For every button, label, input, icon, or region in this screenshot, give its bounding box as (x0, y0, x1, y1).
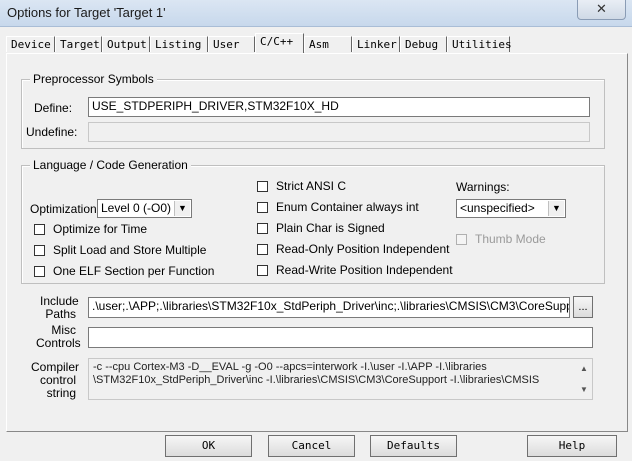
misc-controls-label: Misc Controls (36, 324, 81, 350)
undefine-field[interactable] (88, 122, 590, 142)
compiler-control-field: -c --cpu Cortex-M3 -D__EVAL -g -O0 --apc… (88, 358, 593, 400)
preprocessor-group: Preprocessor Symbols Define: USE_STDPERI… (21, 72, 605, 149)
misc-controls-field[interactable] (88, 327, 593, 348)
define-field[interactable]: USE_STDPERIPH_DRIVER,STM32F10X_HD (88, 97, 590, 117)
optimization-select[interactable]: Level 0 (-O0) ▼ (97, 199, 192, 218)
split-load-label: Split Load and Store Multiple (53, 243, 207, 257)
tab-c-cpp[interactable]: C/C++ (255, 33, 304, 53)
optimization-label: Optimization: (30, 202, 101, 216)
checkbox[interactable] (257, 223, 268, 234)
preprocessor-group-title: Preprocessor Symbols (30, 72, 157, 86)
one-elf-label: One ELF Section per Function (53, 264, 215, 278)
checkbox[interactable] (34, 245, 45, 256)
tab-utilities[interactable]: Utilities (447, 36, 512, 52)
optimization-value: Level 0 (-O0) (101, 201, 172, 215)
compiler-scrollbar[interactable]: ▲ ▼ (577, 360, 591, 398)
checkbox[interactable] (257, 181, 268, 192)
optimize-time-check[interactable]: Optimize for Time (34, 222, 147, 236)
scroll-up-icon[interactable]: ▲ (577, 362, 591, 375)
rw-pi-label: Read-Write Position Independent (276, 263, 453, 277)
checkbox[interactable] (257, 202, 268, 213)
one-elf-check[interactable]: One ELF Section per Function (34, 264, 214, 278)
enum-container-check[interactable]: Enum Container always int (257, 200, 419, 214)
compiler-control-label: Compiler control string (31, 361, 79, 400)
misc-label-line2: Controls (36, 336, 81, 350)
window-title: Options for Target 'Target 1' (7, 5, 166, 20)
checkbox[interactable] (34, 224, 45, 235)
tab-listing[interactable]: Listing (150, 36, 208, 52)
help-button[interactable]: Help (527, 435, 617, 457)
tab-device[interactable]: Device (6, 36, 55, 52)
tab-linker[interactable]: Linker (352, 36, 400, 52)
tab-user[interactable]: User (208, 36, 255, 52)
compiler-line-2: \STM32F10x_StdPeriph_Driver\inc -I.\libr… (93, 374, 540, 386)
ro-pi-label: Read-Only Position Independent (276, 242, 450, 256)
rw-pi-check[interactable]: Read-Write Position Independent (257, 263, 453, 277)
language-group: Language / Code Generation Optimization:… (21, 158, 605, 284)
split-load-check[interactable]: Split Load and Store Multiple (34, 243, 206, 257)
thumb-mode-check[interactable]: Thumb Mode (456, 232, 546, 246)
warnings-value: <unspecified> (460, 201, 535, 215)
optimize-time-label: Optimize for Time (53, 222, 148, 236)
cancel-button[interactable]: Cancel (268, 435, 355, 457)
close-icon[interactable]: ✕ (577, 0, 626, 20)
tab-asm[interactable]: Asm (304, 36, 352, 52)
include-paths-label: Include Paths (40, 295, 79, 321)
undefine-label: Undefine: (26, 125, 78, 139)
include-label-line2: Paths (45, 307, 76, 321)
warnings-select[interactable]: <unspecified> ▼ (456, 199, 566, 218)
enum-container-label: Enum Container always int (276, 200, 419, 214)
chevron-down-icon: ▼ (174, 201, 190, 216)
tab-output[interactable]: Output (102, 36, 150, 52)
browse-button[interactable]: ... (573, 296, 593, 318)
thumb-mode-label: Thumb Mode (475, 232, 546, 246)
scroll-down-icon[interactable]: ▼ (577, 383, 591, 396)
strict-ansi-label: Strict ANSI C (276, 179, 347, 193)
tab-target[interactable]: Target (55, 36, 102, 52)
checkbox[interactable] (34, 266, 45, 277)
strict-ansi-check[interactable]: Strict ANSI C (257, 179, 346, 193)
language-group-title: Language / Code Generation (30, 158, 191, 172)
compiler-line-1: -c --cpu Cortex-M3 -D__EVAL -g -O0 --apc… (93, 361, 487, 373)
tab-bar: Device Target Output Listing User C/C++ … (6, 33, 626, 54)
checkbox[interactable] (257, 244, 268, 255)
include-paths-field[interactable]: .\user;.\APP;.\libraries\STM32F10x_StdPe… (88, 297, 570, 318)
chevron-down-icon: ▼ (548, 201, 564, 216)
tab-panel: Preprocessor Symbols Define: USE_STDPERI… (6, 53, 628, 432)
checkbox[interactable] (257, 265, 268, 276)
warnings-label: Warnings: (456, 180, 510, 194)
defaults-button[interactable]: Defaults (370, 435, 457, 457)
checkbox[interactable] (456, 234, 467, 245)
compiler-label-line3: string (46, 386, 76, 400)
ro-pi-check[interactable]: Read-Only Position Independent (257, 242, 449, 256)
plain-char-label: Plain Char is Signed (276, 221, 385, 235)
tab-debug[interactable]: Debug (400, 36, 447, 52)
define-label: Define: (34, 101, 73, 115)
plain-char-check[interactable]: Plain Char is Signed (257, 221, 385, 235)
ok-button[interactable]: OK (165, 435, 252, 457)
